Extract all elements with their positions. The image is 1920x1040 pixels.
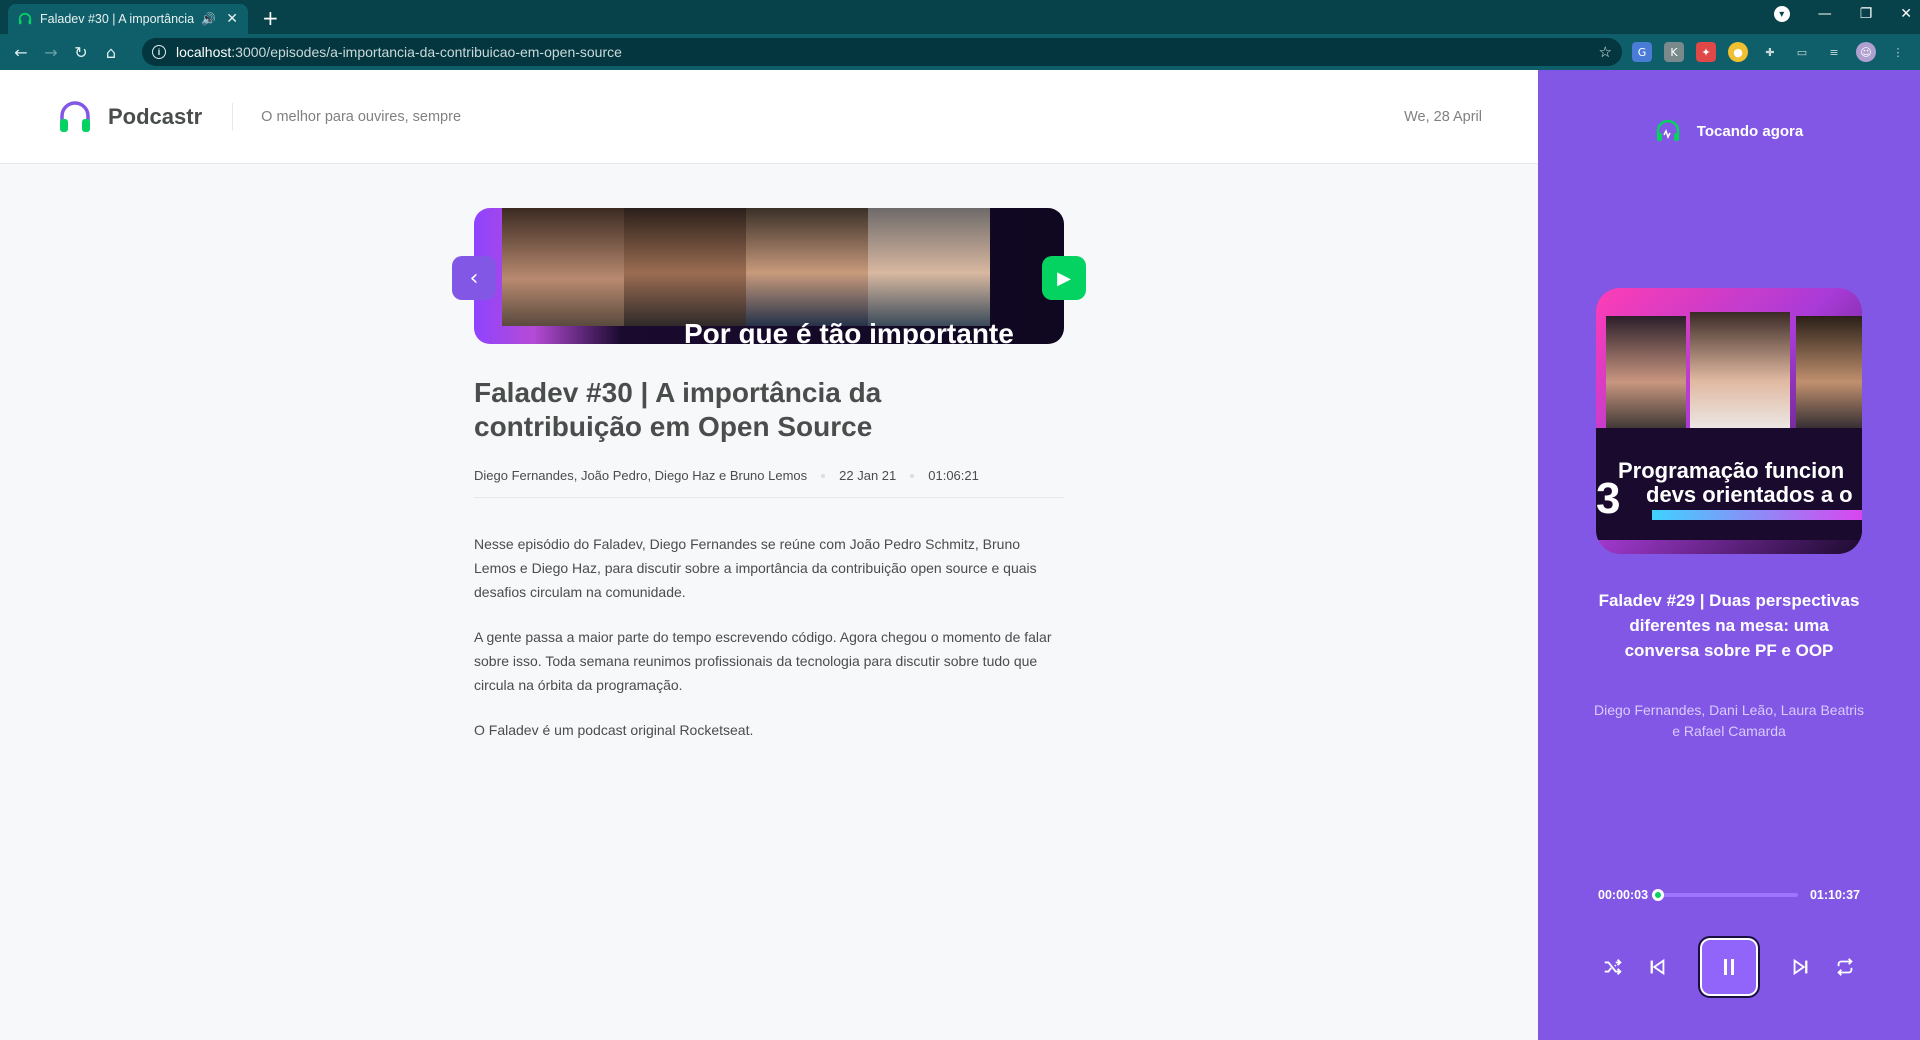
site-info-icon[interactable]: i [152, 45, 166, 59]
cover-number: 3 [1596, 474, 1621, 523]
address-bar[interactable]: i localhost :3000/episodes/a-importancia… [142, 38, 1622, 66]
meta-separator [821, 473, 826, 478]
player-panel: Tocando agora 3 Programação funcion devs… [1538, 70, 1920, 1040]
next-button[interactable] [1790, 956, 1812, 978]
episode-meta: Diego Fernandes, João Pedro, Diego Haz e… [474, 468, 1064, 498]
playing-headphones-icon [1656, 119, 1680, 141]
k-extension-icon[interactable]: K [1664, 42, 1684, 62]
skip-next-icon [1793, 958, 1808, 976]
player-heading: Tocando agora [1696, 122, 1804, 140]
play-icon: ▶ [1057, 267, 1071, 289]
description-paragraph: O Faladev é um podcast original Rocketse… [474, 722, 754, 738]
guest-photo [746, 208, 868, 326]
close-window-icon[interactable]: ✕ [1900, 6, 1912, 22]
tab-search-icon[interactable]: ▾ [1773, 6, 1790, 22]
media-control-icon[interactable]: ≡ [1824, 42, 1844, 62]
headphones-logo-icon [60, 100, 90, 132]
now-playing-title: Faladev #29 | Duas perspectivas diferent… [1598, 591, 1860, 660]
app-header: Podcastr O melhor para ouvires, sempre W… [0, 70, 1538, 164]
guest-photo [502, 208, 624, 326]
url-path: :3000/episodes/a-importancia-da-contribu… [231, 44, 622, 60]
main-content: Podcastr O melhor para ouvires, sempre W… [0, 70, 1538, 1040]
episode-detail: Por que é tão importante ‹ ▶ Faladev #30… [452, 208, 1086, 763]
episode-members: Diego Fernandes, João Pedro, Diego Haz e… [474, 468, 808, 483]
new-tab-button[interactable]: + [262, 6, 279, 30]
play-episode-button[interactable]: ▶ [1042, 256, 1086, 300]
translate-extension-icon[interactable]: G [1632, 42, 1652, 62]
previous-button[interactable] [1646, 956, 1668, 978]
chevron-left-icon: ‹ [469, 265, 479, 291]
browser-toolbar: ← → ↻ ⌂ i localhost :3000/episodes/a-imp… [0, 34, 1920, 70]
restore-icon[interactable]: ❐ [1860, 6, 1873, 22]
menu-icon[interactable]: ⋮ [1888, 42, 1908, 62]
meta-separator [910, 473, 915, 478]
app: Podcastr O melhor para ouvires, sempre W… [0, 70, 1920, 1040]
puzzle-extensions-icon[interactable]: ✚ [1760, 42, 1780, 62]
episode-duration: 01:06:21 [928, 468, 979, 483]
chrome-extension-icon[interactable]: ● [1728, 42, 1748, 62]
shuffle-icon [1604, 959, 1622, 975]
now-playing-cover: 3 Programação funcion devs orientados a … [1596, 288, 1862, 554]
forward-arrow-icon[interactable]: → [36, 43, 66, 62]
now-playing-members: Diego Fernandes, Dani Leão, Laura Beatri… [1593, 702, 1865, 739]
profile-avatar[interactable]: ☺ [1856, 42, 1876, 62]
current-date: We, 28 April [1404, 108, 1482, 125]
shuffle-button[interactable] [1602, 956, 1624, 978]
repeat-button[interactable] [1834, 956, 1856, 978]
logo[interactable]: Podcastr [58, 100, 202, 134]
minimize-icon[interactable]: — [1818, 6, 1832, 22]
browser-tab[interactable]: Faladev #30 | A importância d 🔊 ✕ [8, 4, 248, 34]
thumbnail-caption: Por que é tão importante [684, 318, 1014, 344]
browser-tab-bar: Faladev #30 | A importância d 🔊 ✕ + ▾ — … [0, 0, 1920, 34]
back-button[interactable]: ‹ [452, 256, 496, 300]
cover-accent-bar [1652, 510, 1862, 520]
cover-caption-line-2: devs orientados a o [1646, 482, 1853, 507]
bookmark-star-icon[interactable]: ☆ [1599, 43, 1612, 61]
pause-button[interactable] [1698, 936, 1760, 998]
episode-date: 22 Jan 21 [839, 468, 897, 483]
close-tab-icon[interactable]: ✕ [226, 11, 238, 27]
total-time: 01:10:37 [1809, 888, 1860, 902]
red-extension-icon[interactable]: ✦ [1696, 42, 1716, 62]
episode-thumbnail: Por que é tão importante [474, 208, 1064, 344]
tagline: O melhor para ouvires, sempre [261, 108, 462, 125]
progress-row: 00:00:03 01:10:37 [1598, 888, 1860, 902]
progress-slider[interactable] [1652, 889, 1798, 901]
description-paragraph: A gente passa a maior parte do tempo esc… [474, 629, 1052, 693]
current-time: 00:00:03 [1598, 888, 1649, 902]
skip-previous-icon [1650, 958, 1665, 976]
player-header: Tocando agora [1538, 118, 1920, 144]
brand-name: Podcastr [108, 103, 203, 129]
window-controls: ▾ — ❐ ✕ [1773, 6, 1912, 22]
guest-photo [1690, 312, 1790, 436]
cast-icon[interactable]: ▭ [1792, 42, 1812, 62]
episode-title: Faladev #30 | A importância da contribui… [474, 377, 882, 442]
url-host: localhost [176, 44, 232, 60]
player-controls [1538, 936, 1920, 998]
headphones-icon [18, 12, 32, 25]
speaker-icon[interactable]: 🔊 [201, 12, 216, 26]
guest-photo [1796, 316, 1862, 436]
description-paragraph: Nesse episódio do Faladev, Diego Fernand… [474, 536, 1037, 600]
cover-caption-line-1: Programação funcion [1618, 458, 1845, 483]
back-arrow-icon[interactable]: ← [6, 43, 36, 62]
extensions-area: G K ✦ ● ✚ ▭ ≡ ☺ ⋮ [1632, 42, 1908, 62]
pause-icon [1724, 959, 1734, 975]
guest-photo [1606, 316, 1686, 436]
reload-icon[interactable]: ↻ [66, 43, 96, 62]
progress-handle[interactable] [1652, 889, 1665, 901]
guest-photo [868, 208, 990, 326]
episode-description: Nesse episódio do Faladev, Diego Fernand… [474, 532, 1064, 742]
header-divider [232, 102, 234, 131]
home-icon[interactable]: ⌂ [96, 43, 126, 62]
guest-photo [624, 208, 746, 326]
episode-thumbnail-area: Por que é tão importante ‹ ▶ [452, 208, 1086, 344]
tab-title: Faladev #30 | A importância d [40, 12, 196, 26]
repeat-icon [1837, 958, 1853, 976]
